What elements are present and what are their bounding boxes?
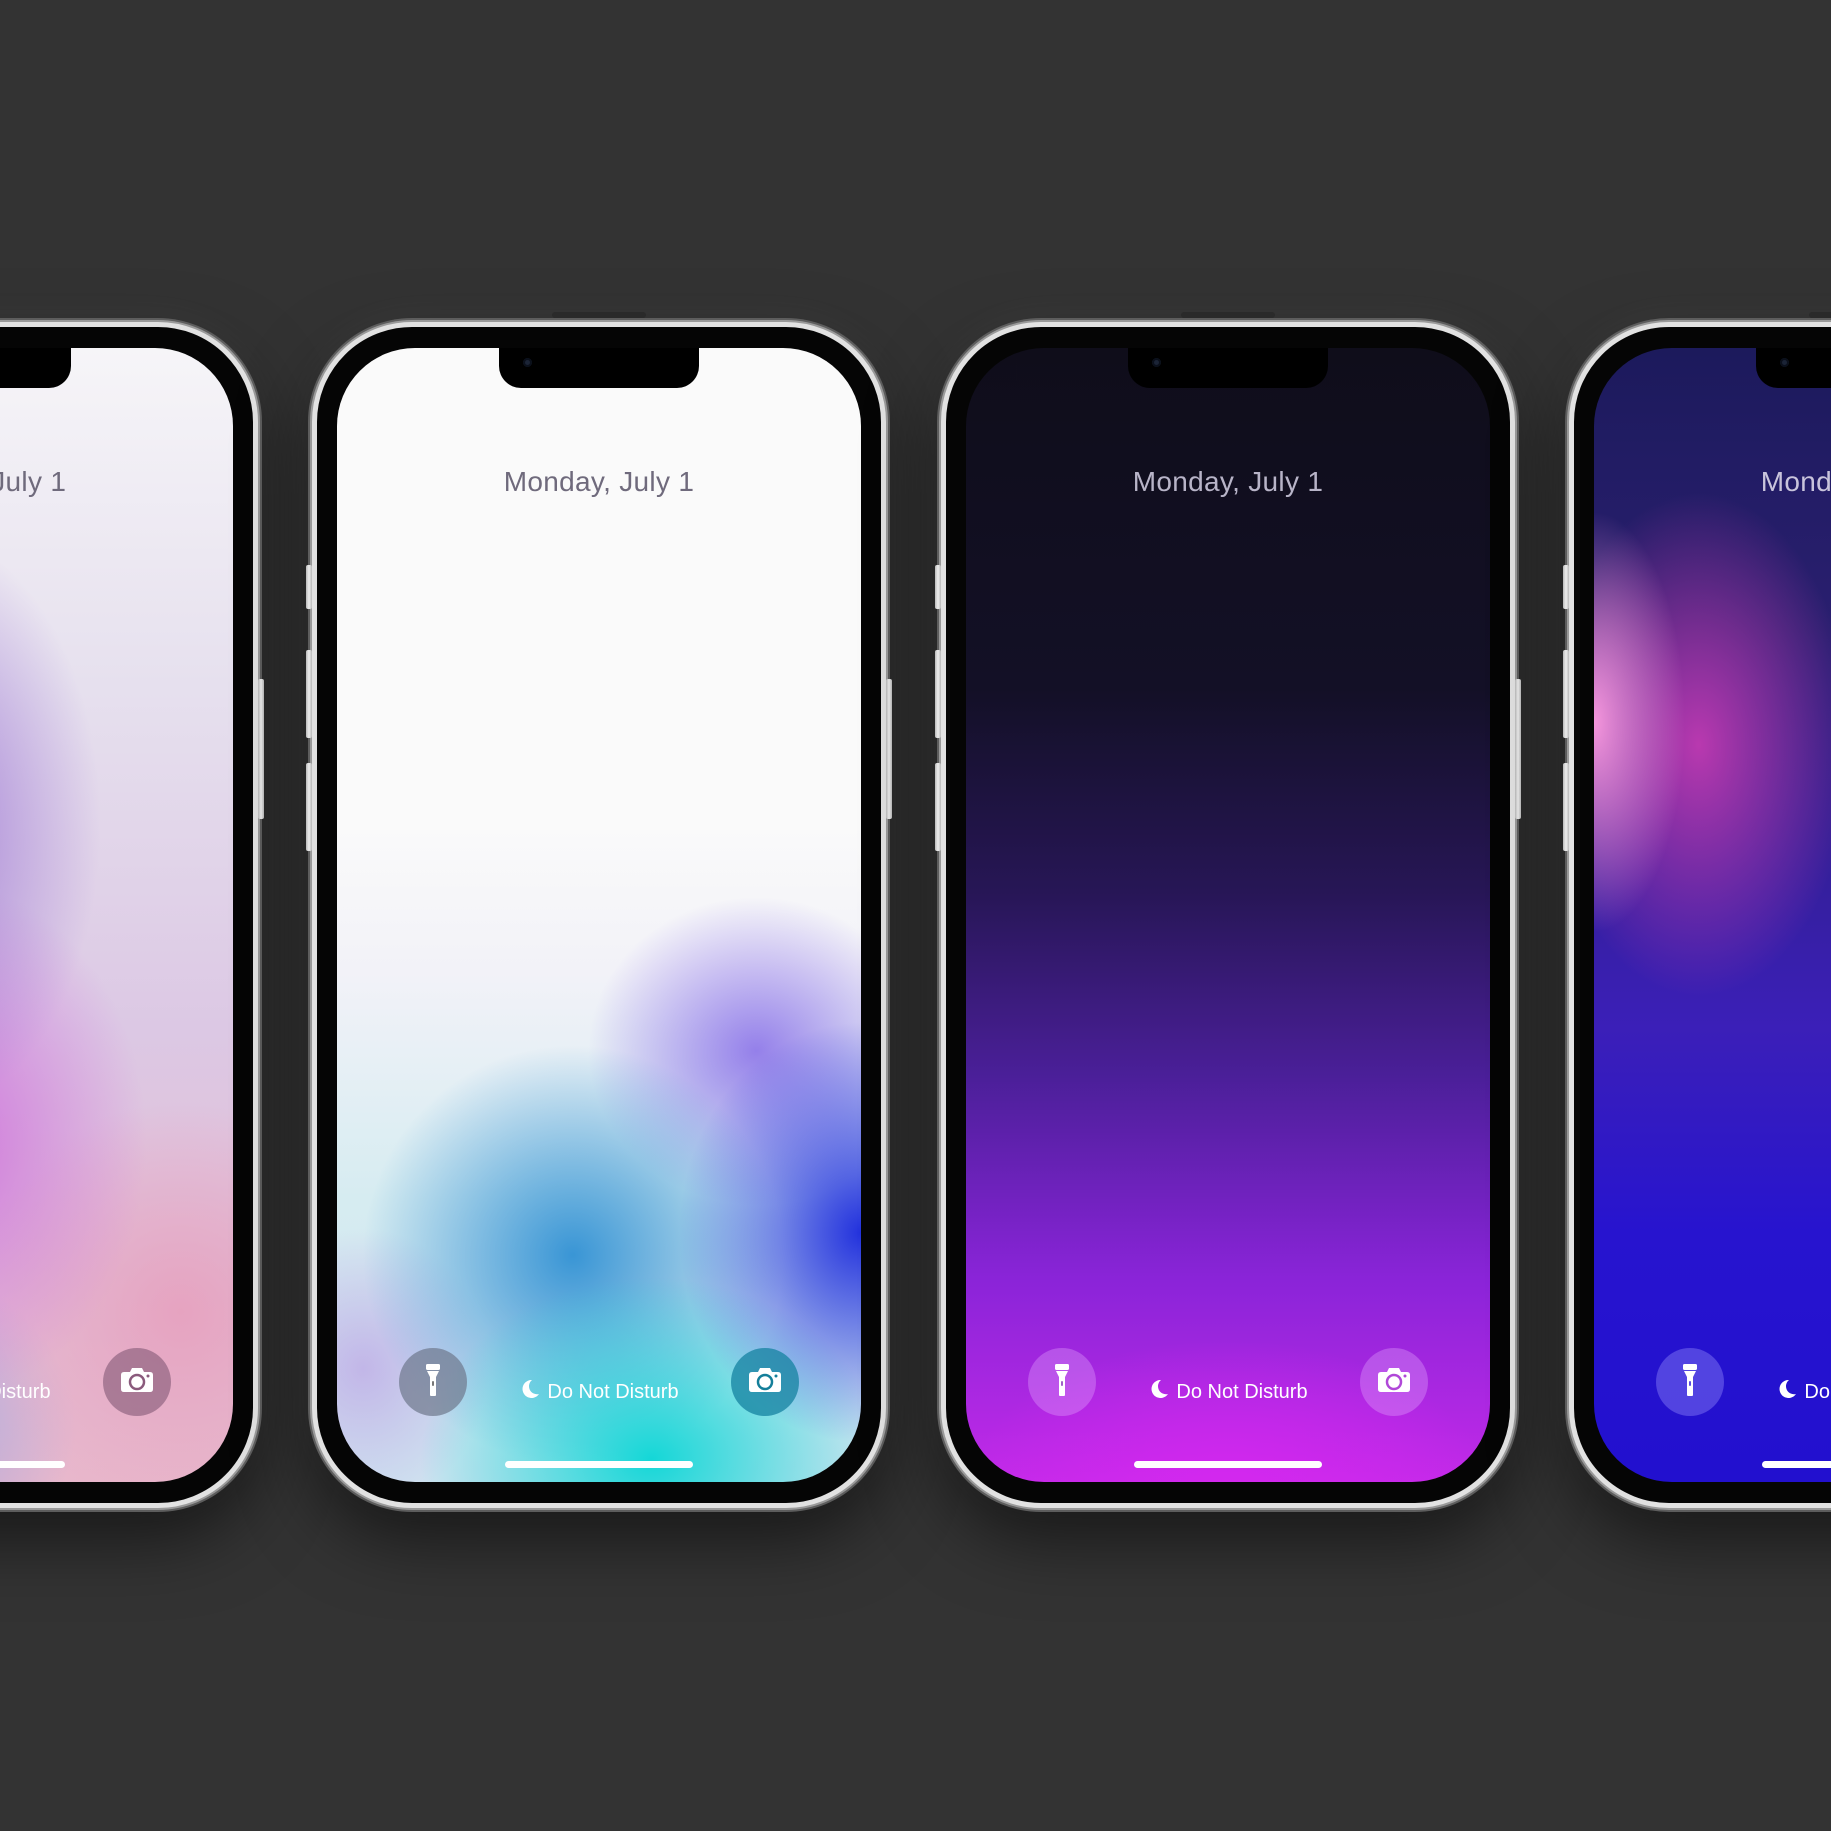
- camera-button[interactable]: [1360, 1348, 1428, 1416]
- phone-mockup-3: Monday, July 1 Do Not Disturb: [935, 312, 1521, 1508]
- mute-switch: [306, 565, 312, 609]
- mockup-scene: Monday, July 1 Do Not Disturb: [0, 0, 1831, 1831]
- do-not-disturb-label: Do Not Disturb: [547, 1381, 679, 1403]
- do-not-disturb-label: Do Not Disturb: [1804, 1381, 1831, 1403]
- power-button: [1515, 679, 1521, 819]
- moon-icon: [1148, 1378, 1170, 1400]
- power-button: [886, 679, 892, 819]
- lock-screen: Monday, July 1 Do Not Disturb: [0, 348, 233, 1482]
- moon-icon: [519, 1378, 541, 1400]
- moon-icon: [1776, 1378, 1798, 1400]
- volume-up-button: [1563, 650, 1569, 738]
- front-camera-icon: [523, 358, 532, 367]
- notch: [0, 348, 71, 388]
- earpiece-speaker: [1181, 312, 1275, 318]
- phone-mockup-2: Monday, July 1 Do Not Disturb: [306, 312, 892, 1508]
- lock-screen: Monday, July 1 Do Not Disturb: [966, 348, 1490, 1482]
- earpiece-speaker: [1809, 312, 1831, 318]
- front-camera-icon: [1780, 358, 1789, 367]
- camera-icon: [748, 1367, 782, 1398]
- lock-screen: Monday, July 1 Do Not Disturb: [1594, 348, 1831, 1482]
- home-indicator[interactable]: [1134, 1461, 1322, 1468]
- do-not-disturb-label: Do Not Disturb: [0, 1381, 51, 1403]
- camera-icon: [120, 1367, 154, 1398]
- mute-switch: [935, 565, 941, 609]
- mute-switch: [1563, 565, 1569, 609]
- do-not-disturb-indicator[interactable]: Do Not Disturb: [1594, 1378, 1831, 1404]
- volume-up-button: [306, 650, 312, 738]
- home-indicator[interactable]: [0, 1461, 65, 1468]
- volume-up-button: [935, 650, 941, 738]
- notch: [1128, 348, 1328, 388]
- lock-screen-date: Monday, July 1: [1132, 466, 1324, 497]
- volume-down-button: [1563, 763, 1569, 851]
- phone-mockup-4: Monday, July 1 Do Not Disturb: [1563, 312, 1831, 1508]
- lock-screen-date: Monday, July 1: [1760, 466, 1831, 497]
- camera-icon: [1377, 1367, 1411, 1398]
- volume-down-button: [935, 763, 941, 851]
- notch: [499, 348, 699, 388]
- lock-screen-date: Monday, July 1: [503, 466, 695, 497]
- notch: [1756, 348, 1831, 388]
- do-not-disturb-label: Do Not Disturb: [1176, 1381, 1308, 1403]
- earpiece-speaker: [552, 312, 646, 318]
- camera-button[interactable]: [103, 1348, 171, 1416]
- lock-screen-date: Monday, July 1: [0, 466, 67, 497]
- power-button: [258, 679, 264, 819]
- front-camera-icon: [1152, 358, 1161, 367]
- volume-down-button: [306, 763, 312, 851]
- lock-screen: Monday, July 1 Do Not Disturb: [337, 348, 861, 1482]
- home-indicator[interactable]: [505, 1461, 693, 1468]
- phone-mockup-1: Monday, July 1 Do Not Disturb: [0, 322, 264, 1508]
- camera-button[interactable]: [731, 1348, 799, 1416]
- home-indicator[interactable]: [1762, 1461, 1831, 1468]
